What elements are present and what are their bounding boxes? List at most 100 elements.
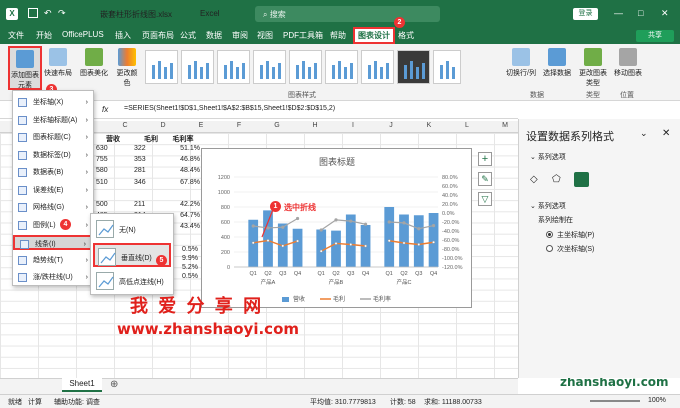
table-cell[interactable]: 51.1% xyxy=(166,145,200,152)
change-colors-button[interactable]: 更改颜色 xyxy=(114,48,140,88)
tab-view[interactable]: 视图 xyxy=(257,30,273,41)
chart-styles-button[interactable]: ✎ xyxy=(478,172,492,186)
column-header[interactable]: H xyxy=(296,122,334,129)
table-cell[interactable]: 500 xyxy=(96,201,130,208)
chart-style-thumb[interactable] xyxy=(145,50,178,84)
table-header-cell[interactable]: 毛利 xyxy=(134,134,168,144)
chart-styles-gallery[interactable] xyxy=(145,50,463,86)
menu-item-8[interactable]: 线条(I) › xyxy=(13,235,93,250)
table-cell[interactable]: 0.5% xyxy=(172,273,198,280)
save-icon[interactable] xyxy=(28,8,38,18)
panel-collapse-icon[interactable]: ⌄ xyxy=(640,128,648,139)
effects-icon[interactable]: ⬠ xyxy=(552,174,566,188)
column-header[interactable]: D xyxy=(144,122,182,129)
chart-style-thumb[interactable] xyxy=(217,50,250,84)
table-cell[interactable]: 510 xyxy=(96,179,130,186)
table-cell[interactable]: 755 xyxy=(96,156,130,163)
tab-review[interactable]: 审阅 xyxy=(232,30,248,41)
move-chart-button[interactable]: 移动图表 xyxy=(614,48,642,78)
share-button[interactable]: 共享 xyxy=(636,30,674,42)
chart-style-thumb[interactable] xyxy=(361,50,394,84)
chart-filter-button[interactable]: ▽ xyxy=(478,192,492,206)
table-cell[interactable]: 67.8% xyxy=(166,179,200,186)
table-cell[interactable]: 353 xyxy=(134,156,168,163)
minimize-icon[interactable]: — xyxy=(614,8,623,18)
column-header[interactable]: C xyxy=(106,122,144,129)
add-sheet-button[interactable]: ⊕ xyxy=(110,379,118,390)
formula-input[interactable]: =SERIES(Sheet1!$D$1,Sheet1!$A$2:$B$15,Sh… xyxy=(124,105,514,112)
change-chart-type-button[interactable]: 更改图表类型 xyxy=(578,48,608,88)
column-header[interactable]: E xyxy=(182,122,220,129)
table-cell[interactable]: 0.5% xyxy=(172,246,198,253)
chart-style-thumb[interactable] xyxy=(325,50,358,84)
chart-style-thumb[interactable] xyxy=(289,50,322,84)
close-icon[interactable]: ✕ xyxy=(661,8,669,19)
status-accessibility[interactable]: 辅助功能: 调查 xyxy=(54,397,100,407)
tab-layout[interactable]: 页面布局 xyxy=(142,30,174,41)
menu-item-7[interactable]: 图例(L) › xyxy=(13,218,93,233)
search-box[interactable]: ⌕ 搜索 xyxy=(255,6,440,22)
series-options-icon[interactable] xyxy=(574,172,589,187)
tab-formula[interactable]: 公式 xyxy=(180,30,196,41)
login-button[interactable]: 登录 xyxy=(573,8,598,20)
tab-data[interactable]: 数据 xyxy=(206,30,222,41)
quick-layout-button[interactable]: 快速布局 xyxy=(44,48,72,78)
secondary-axis-radio[interactable] xyxy=(546,245,553,252)
column-header[interactable]: I xyxy=(334,122,372,129)
chart-beautify-button[interactable]: 图表美化 xyxy=(78,48,110,78)
column-header[interactable]: K xyxy=(410,122,448,129)
table-header-cell[interactable]: 营收 xyxy=(96,134,130,144)
menu-item-6[interactable]: 网格线(G) › xyxy=(13,200,93,215)
tab-help[interactable]: 帮助 xyxy=(330,30,346,41)
series-options-dropdown[interactable]: ⌄ 系列选项 xyxy=(530,152,566,162)
line-option-2[interactable]: 高低点连线(H) xyxy=(93,269,171,293)
table-cell[interactable]: 48.4% xyxy=(166,167,200,174)
column-header[interactable]: F xyxy=(220,122,258,129)
table-cell[interactable]: 46.8% xyxy=(166,156,200,163)
chart-svg[interactable]: 图表标题 1200 1000 800 600 400 200 0 80.0% 60.0% 40.0%… xyxy=(202,149,473,309)
table-header-cell[interactable]: 毛利率 xyxy=(166,134,200,144)
table-cell[interactable]: 42.2% xyxy=(166,201,200,208)
table-cell[interactable]: 580 xyxy=(96,167,130,174)
table-cell[interactable]: 630 xyxy=(96,145,130,152)
menu-item-4[interactable]: 数据表(B) › xyxy=(13,165,93,180)
tab-chart-design[interactable]: 图表设计 xyxy=(353,27,395,44)
panel-close-icon[interactable]: ✕ xyxy=(662,128,670,139)
tab-home[interactable]: 开始 xyxy=(36,30,52,41)
tab-format[interactable]: 格式 xyxy=(398,30,414,41)
menu-item-9[interactable]: 趋势线(T) › xyxy=(13,253,93,268)
undo-icon[interactable]: ↶ xyxy=(44,8,52,19)
switch-row-col-button[interactable]: 切换行/列 xyxy=(504,48,538,78)
column-header[interactable]: J xyxy=(372,122,410,129)
zoom-slider[interactable] xyxy=(590,400,640,402)
menu-item-10[interactable]: 涨/跌柱线(U) › xyxy=(13,270,93,285)
chart-area[interactable]: 图表标题 1200 1000 800 600 400 200 0 80.0% 60.0% 40.0%… xyxy=(201,148,472,308)
table-cell[interactable]: 281 xyxy=(134,167,168,174)
tab-officeplus[interactable]: OfficePLUS xyxy=(62,30,104,39)
menu-item-0[interactable]: 坐标轴(X) › xyxy=(13,95,93,110)
series-options-section-header[interactable]: ⌄ 系列选项 xyxy=(530,201,566,211)
chart-style-thumb[interactable] xyxy=(433,50,461,84)
column-header[interactable]: L xyxy=(448,122,486,129)
select-data-button[interactable]: 选择数据 xyxy=(540,48,574,78)
menu-item-5[interactable]: 误差线(E) › xyxy=(13,183,93,198)
table-cell[interactable]: 211 xyxy=(134,201,168,208)
add-chart-element-button[interactable]: 添加图表元素 xyxy=(8,46,42,90)
chart-style-thumb-dark[interactable] xyxy=(397,50,430,84)
line-option-0[interactable]: 无(N) xyxy=(93,217,171,241)
chart-style-thumb[interactable] xyxy=(253,50,286,84)
primary-axis-radio[interactable] xyxy=(546,231,553,238)
sheet-tab-sheet1[interactable]: Sheet1 xyxy=(62,378,102,392)
tab-pdf[interactable]: PDF工具箱 xyxy=(283,30,323,41)
fill-line-icon[interactable]: ◇ xyxy=(530,174,544,188)
column-header[interactable]: G xyxy=(258,122,296,129)
menu-item-2[interactable]: 图表标题(C) › xyxy=(13,130,93,145)
chart-style-thumb[interactable] xyxy=(181,50,214,84)
table-cell[interactable]: 346 xyxy=(134,179,168,186)
menu-item-3[interactable]: 数据标签(D) › xyxy=(13,148,93,163)
chart-elements-button[interactable]: + xyxy=(478,152,492,166)
redo-icon[interactable]: ↷ xyxy=(58,8,66,19)
table-cell[interactable]: 9.9% xyxy=(172,255,198,262)
table-cell[interactable]: 5.2% xyxy=(172,264,198,271)
table-cell[interactable]: 322 xyxy=(134,145,168,152)
